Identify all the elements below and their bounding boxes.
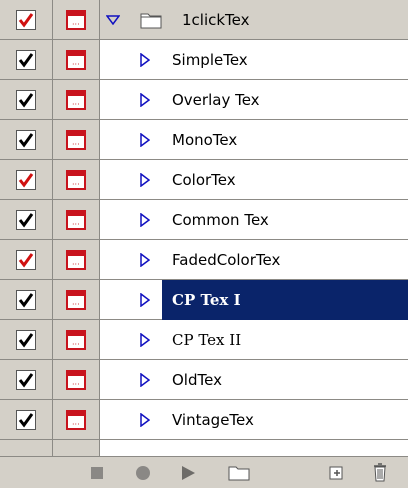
new-action-icon[interactable]: [328, 465, 344, 485]
toggle-checkbox[interactable]: [16, 290, 36, 310]
dialog-toggle-icon[interactable]: ···: [66, 90, 86, 110]
expand-triangle-icon[interactable]: [140, 213, 150, 227]
action-row-simpletex[interactable]: ··· SimpleTex: [0, 40, 408, 80]
action-name: FadedColorTex: [172, 251, 281, 269]
dialog-column: ···: [53, 400, 100, 440]
toggle-column: [0, 240, 53, 280]
action-name: Overlay Tex: [172, 91, 260, 109]
dialog-column: ···: [53, 320, 100, 360]
dialog-toggle-icon[interactable]: ···: [66, 50, 86, 70]
action-row-overlay-tex[interactable]: ··· Overlay Tex: [0, 80, 408, 120]
action-row-fadedcolortex[interactable]: ··· FadedColorTex: [0, 240, 408, 280]
play-icon[interactable]: [180, 465, 196, 485]
dialog-toggle-icon[interactable]: ···: [66, 290, 86, 310]
dialog-column: ···: [53, 160, 100, 200]
new-set-icon[interactable]: [228, 465, 250, 485]
toggle-column: [0, 80, 53, 120]
dialog-column: ···: [53, 360, 100, 400]
expand-triangle-icon[interactable]: [140, 373, 150, 387]
action-set-row[interactable]: ··· 1clickTex: [0, 0, 408, 40]
expand-triangle-icon[interactable]: [140, 173, 150, 187]
checkmark-icon: [18, 373, 34, 388]
action-set-name: 1clickTex: [182, 11, 250, 29]
expand-triangle-icon[interactable]: [106, 15, 120, 25]
action-name: Common Tex: [172, 211, 269, 229]
expand-triangle-icon[interactable]: [140, 93, 150, 107]
expand-triangle-icon[interactable]: [140, 293, 150, 307]
dialog-toggle-icon[interactable]: ···: [66, 410, 86, 430]
dialog-column: ···: [53, 200, 100, 240]
trash-icon[interactable]: [372, 462, 388, 486]
dialog-toggle-icon[interactable]: ···: [66, 370, 86, 390]
checkmark-icon: [18, 93, 34, 108]
checkmark-icon: [18, 53, 34, 68]
action-row-oldtex[interactable]: ··· OldTex: [0, 360, 408, 400]
toggle-checkbox[interactable]: [16, 10, 36, 30]
expand-triangle-icon[interactable]: [140, 133, 150, 147]
action-name: VintageTex: [172, 411, 254, 429]
toggle-column: [0, 400, 53, 440]
action-name: OldTex: [172, 371, 222, 389]
action-row-colortex[interactable]: ··· ColorTex: [0, 160, 408, 200]
expand-triangle-icon[interactable]: [140, 413, 150, 427]
dialog-toggle-icon[interactable]: ···: [66, 250, 86, 270]
checkmark-icon: [18, 293, 34, 308]
checkmark-icon: [18, 133, 34, 148]
dialog-toggle-icon[interactable]: ···: [66, 170, 86, 190]
toggle-checkbox[interactable]: [16, 370, 36, 390]
toggle-checkbox[interactable]: [16, 250, 36, 270]
toggle-column: [0, 360, 53, 400]
action-name-selected: CP Tex I: [172, 291, 241, 309]
record-icon[interactable]: [135, 465, 151, 485]
toggle-column: [0, 200, 53, 240]
dialog-column: ···: [53, 0, 100, 40]
checkmark-icon: [18, 213, 34, 228]
toggle-column: [0, 0, 53, 40]
toggle-checkbox[interactable]: [16, 50, 36, 70]
toggle-checkbox[interactable]: [16, 90, 36, 110]
toggle-column: [0, 40, 53, 80]
actions-toolbar: [0, 456, 408, 488]
expand-triangle-icon[interactable]: [140, 253, 150, 267]
action-name: ColorTex: [172, 171, 236, 189]
toggle-column: [0, 120, 53, 160]
expand-triangle-icon[interactable]: [140, 53, 150, 67]
dialog-column-end: [53, 440, 100, 456]
toggle-checkbox[interactable]: [16, 210, 36, 230]
checkmark-red-icon: [18, 253, 34, 268]
checkmark-icon: [18, 333, 34, 348]
toggle-checkbox[interactable]: [16, 410, 36, 430]
toggle-checkbox[interactable]: [16, 170, 36, 190]
toggle-checkbox[interactable]: [16, 330, 36, 350]
dialog-toggle-icon[interactable]: ···: [66, 10, 86, 30]
action-row-vintagetex[interactable]: ··· VintageTex: [0, 400, 408, 440]
toggle-column: [0, 160, 53, 200]
dialog-column: ···: [53, 280, 100, 320]
action-name: MonoTex: [172, 131, 238, 149]
checkmark-red-icon: [18, 173, 34, 188]
dialog-column: ···: [53, 120, 100, 160]
dialog-column: ···: [53, 40, 100, 80]
action-row-common-tex[interactable]: ··· Common Tex: [0, 200, 408, 240]
checkmark-red-icon: [18, 13, 34, 28]
dialog-column: ···: [53, 240, 100, 280]
toggle-column: [0, 280, 53, 320]
toggle-column-end: [0, 440, 53, 456]
checkmark-icon: [18, 413, 34, 428]
actions-panel: ··· 1clickTex ··· SimpleTex ··· Overlay …: [0, 0, 408, 488]
action-name: SimpleTex: [172, 51, 248, 69]
action-row-cp-tex-i[interactable]: ··· CP Tex I: [0, 280, 408, 320]
dialog-toggle-icon[interactable]: ···: [66, 330, 86, 350]
stop-icon[interactable]: [90, 466, 104, 484]
action-row-cp-tex-ii[interactable]: ··· CP Tex II: [0, 320, 408, 360]
dialog-toggle-icon[interactable]: ···: [66, 130, 86, 150]
action-row-monotex[interactable]: ··· MonoTex: [0, 120, 408, 160]
toggle-checkbox[interactable]: [16, 130, 36, 150]
folder-icon: [140, 11, 162, 33]
toggle-column: [0, 320, 53, 360]
dialog-column: ···: [53, 80, 100, 120]
action-name: CP Tex II: [172, 331, 242, 349]
dialog-toggle-icon[interactable]: ···: [66, 210, 86, 230]
expand-triangle-icon[interactable]: [140, 333, 150, 347]
